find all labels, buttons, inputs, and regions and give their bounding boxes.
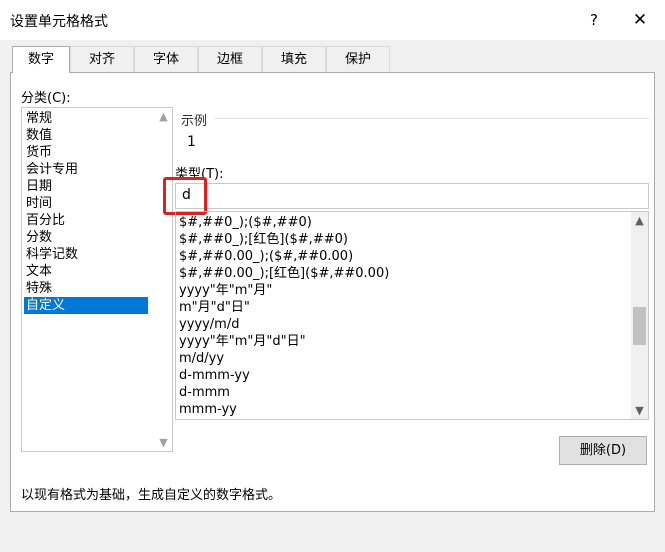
tab-number[interactable]: 数字	[12, 46, 70, 73]
format-item[interactable]: mmm-yy	[179, 401, 237, 418]
group-divider	[215, 118, 649, 119]
format-scrollbar[interactable]: ▲ ▼	[631, 212, 648, 419]
format-item[interactable]: d-mmm	[179, 384, 230, 401]
category-item[interactable]: 文本	[24, 263, 148, 280]
format-code-listbox[interactable]: $#,##0_);($#,##0) $#,##0_);[红色]($#,##0) …	[175, 211, 649, 420]
category-item[interactable]: 百分比	[24, 212, 148, 229]
sample-group: 示例 1	[175, 106, 649, 156]
category-item[interactable]: 日期	[24, 178, 148, 195]
category-item-selected[interactable]: 自定义	[24, 297, 148, 314]
category-scrollbar[interactable]: ▲ ▼	[155, 108, 172, 451]
chevron-up-icon[interactable]: ▲	[631, 212, 648, 229]
category-item[interactable]: 数值	[24, 127, 148, 144]
title-bar: 设置单元格格式 ? ✕	[0, 0, 665, 40]
scrollbar-thumb[interactable]	[633, 307, 646, 345]
category-listbox[interactable]: 常规 数值 货币 会计专用 日期 时间 百分比 分数 科学记数 文本 特殊 自定…	[21, 107, 173, 452]
format-item[interactable]: yyyy/m/d	[179, 316, 239, 333]
format-item[interactable]: $#,##0_);($#,##0)	[179, 214, 312, 231]
sample-value: 1	[187, 134, 196, 150]
category-item[interactable]: 货币	[24, 144, 148, 161]
chevron-up-icon[interactable]: ▲	[155, 108, 172, 125]
tab-alignment[interactable]: 对齐	[70, 46, 134, 72]
category-item[interactable]: 时间	[24, 195, 148, 212]
tab-font[interactable]: 字体	[134, 46, 198, 72]
category-item[interactable]: 会计专用	[24, 161, 148, 178]
category-label: 分类(C):	[21, 91, 71, 106]
help-button[interactable]: ?	[582, 8, 606, 32]
chevron-down-icon[interactable]: ▼	[631, 402, 648, 419]
category-item[interactable]: 常规	[24, 110, 148, 127]
number-tab-panel: 分类(C): 常规 数值 货币 会计专用 日期 时间 百分比 分数 科学记数 文…	[10, 72, 655, 512]
category-item[interactable]: 特殊	[24, 280, 148, 297]
category-item[interactable]: 科学记数	[24, 246, 148, 263]
close-icon[interactable]: ✕	[628, 8, 652, 32]
description-text: 以现有格式为基础，生成自定义的数字格式。	[21, 488, 282, 503]
format-item[interactable]: $#,##0.00_);($#,##0.00)	[179, 248, 353, 265]
sample-legend: 示例	[181, 114, 208, 129]
tab-fill[interactable]: 填充	[262, 46, 326, 72]
category-item[interactable]: 分数	[24, 229, 148, 246]
format-cells-dialog: 设置单元格格式 ? ✕ 数字 对齐 字体 边框 填充 保护 分类(C): 常规 …	[0, 0, 665, 552]
format-item[interactable]: $#,##0_);[红色]($#,##0)	[179, 231, 348, 248]
annotation-highlight-box	[163, 177, 207, 215]
tab-border[interactable]: 边框	[198, 46, 262, 72]
dialog-title: 设置单元格格式	[10, 14, 108, 30]
chevron-down-icon[interactable]: ▼	[155, 434, 172, 451]
format-item[interactable]: m/d/yy	[179, 350, 224, 367]
tab-protection[interactable]: 保护	[326, 46, 390, 72]
delete-button[interactable]: 删除(D)	[559, 436, 647, 465]
format-item[interactable]: m"月"d"日"	[179, 299, 250, 316]
format-item[interactable]: $#,##0.00_);[红色]($#,##0.00)	[179, 265, 389, 282]
format-item[interactable]: d-mmm-yy	[179, 367, 250, 384]
type-input[interactable]: d	[175, 183, 649, 209]
format-item[interactable]: yyyy"年"m"月"d"日"	[179, 333, 306, 350]
format-item[interactable]: yyyy"年"m"月"	[179, 282, 272, 299]
